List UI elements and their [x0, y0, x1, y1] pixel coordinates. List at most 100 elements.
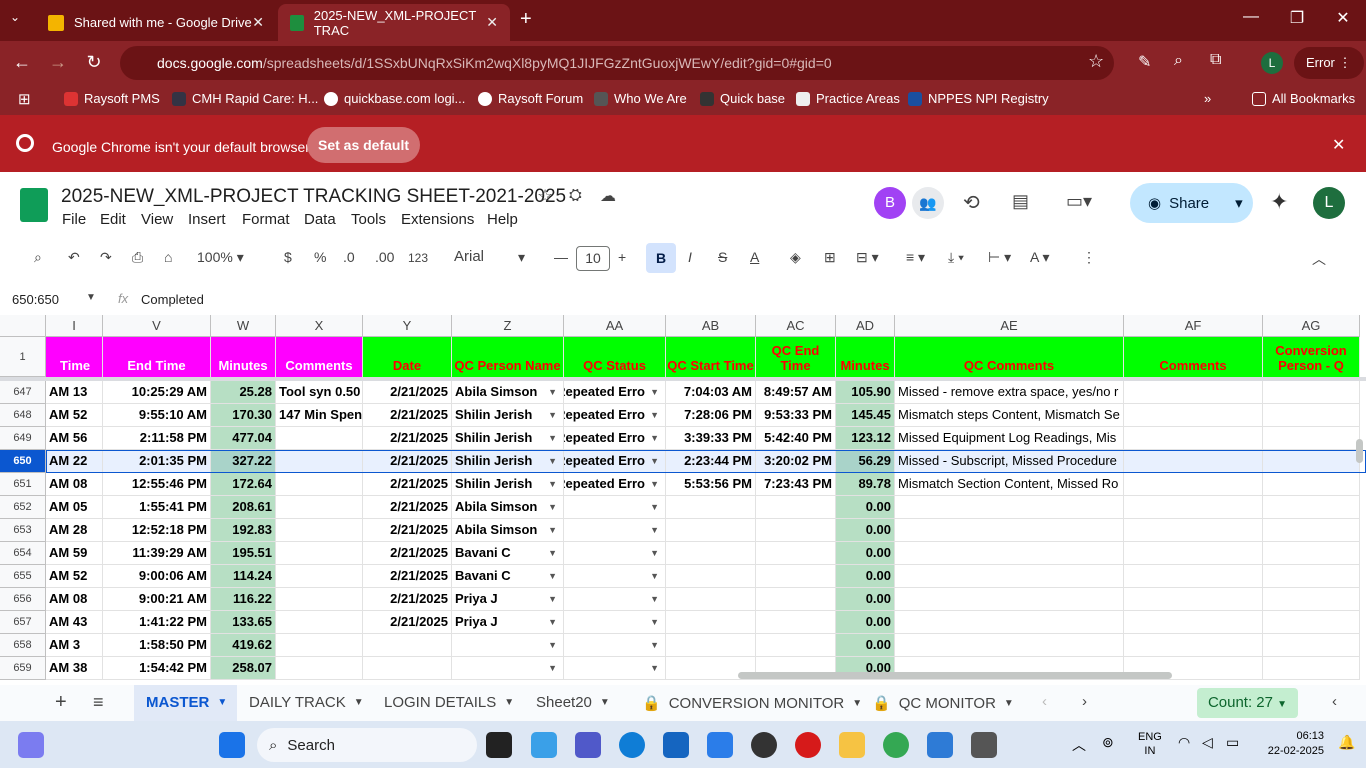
- table-cell[interactable]: Missed Equipment Log Readings, Mis: [895, 427, 1124, 450]
- column-header[interactable]: V: [103, 315, 211, 337]
- table-cell[interactable]: [1124, 565, 1263, 588]
- comment-icon[interactable]: ▤: [1012, 191, 1029, 212]
- table-cell[interactable]: [895, 565, 1124, 588]
- table-cell[interactable]: [666, 542, 756, 565]
- dropdown-chip-icon[interactable]: ▼: [548, 381, 557, 403]
- zoom-icon[interactable]: ⌕: [1174, 52, 1183, 70]
- table-cell[interactable]: [666, 496, 756, 519]
- currency-button[interactable]: $: [284, 249, 292, 265]
- language-indicator[interactable]: ENG IN: [1138, 730, 1162, 758]
- italic-button[interactable]: I: [688, 249, 692, 265]
- menu-tools[interactable]: Tools: [351, 211, 386, 228]
- pen-icon[interactable]: ✎: [1138, 52, 1151, 72]
- app-icon[interactable]: [927, 732, 953, 758]
- tab-spreadsheet[interactable]: 2025-NEW_XML-PROJECT TRAC ✕: [278, 4, 510, 41]
- table-cell[interactable]: 1:55:41 PM: [103, 496, 211, 519]
- dropdown-chip-icon[interactable]: ▼: [650, 565, 659, 587]
- table-cell[interactable]: 43 AM: [46, 611, 103, 634]
- table-cell[interactable]: Tool syn 0.50: [276, 381, 363, 404]
- table-cell[interactable]: 2/21/2025: [363, 565, 452, 588]
- table-cell[interactable]: [1263, 588, 1360, 611]
- fill-color-icon[interactable]: ◈: [790, 249, 801, 266]
- undo-icon[interactable]: ↶: [68, 249, 80, 266]
- bookmark-who-we-are[interactable]: Who We Are: [594, 91, 687, 106]
- table-cell[interactable]: [1263, 381, 1360, 404]
- clock[interactable]: 06:13 22-02-2025: [1258, 729, 1324, 759]
- table-cell[interactable]: 2/21/2025: [363, 404, 452, 427]
- print-icon[interactable]: ⎙: [132, 249, 143, 266]
- table-cell[interactable]: 477.04: [211, 427, 276, 450]
- table-cell[interactable]: 12:55:46 PM: [103, 473, 211, 496]
- header-cell[interactable]: QC End Time: [756, 337, 836, 377]
- name-box[interactable]: 650:650: [12, 292, 59, 307]
- table-cell[interactable]: 2/21/2025: [363, 588, 452, 611]
- table-cell[interactable]: ▼: [564, 611, 666, 634]
- minimize-icon[interactable]: —: [1236, 8, 1266, 26]
- table-cell[interactable]: Bavani C ▼: [452, 565, 564, 588]
- infobar-close-icon[interactable]: ✕: [1332, 135, 1345, 155]
- table-cell[interactable]: [276, 611, 363, 634]
- new-tab-icon[interactable]: +: [520, 8, 532, 31]
- table-cell[interactable]: Priya J ▼: [452, 588, 564, 611]
- table-cell[interactable]: 147 Min Spen: [276, 404, 363, 427]
- table-cell[interactable]: Repeated Erro ▼: [564, 381, 666, 404]
- select-all-corner[interactable]: [0, 315, 46, 337]
- table-cell[interactable]: [895, 634, 1124, 657]
- dropdown-chip-icon[interactable]: ▼: [650, 404, 659, 426]
- table-cell[interactable]: [276, 588, 363, 611]
- table-cell[interactable]: [895, 496, 1124, 519]
- percent-button[interactable]: %: [314, 249, 326, 265]
- formula-input[interactable]: Completed: [141, 292, 204, 307]
- row-header[interactable]: 658: [0, 634, 46, 657]
- table-cell[interactable]: [666, 611, 756, 634]
- bookmark-nppes[interactable]: NPPES NPI Registry: [908, 91, 1049, 106]
- table-cell[interactable]: [363, 634, 452, 657]
- table-cell[interactable]: [276, 542, 363, 565]
- user-avatar[interactable]: L: [1313, 187, 1345, 219]
- collaborator-avatar[interactable]: B: [874, 187, 906, 219]
- dropdown-chip-icon[interactable]: ▼: [548, 588, 557, 610]
- redo-icon[interactable]: ↷: [100, 249, 112, 266]
- font-size-input[interactable]: 10: [576, 246, 610, 271]
- strikethrough-button[interactable]: S: [718, 249, 727, 265]
- table-cell[interactable]: 2/21/2025: [363, 427, 452, 450]
- column-header[interactable]: X: [276, 315, 363, 337]
- row-header[interactable]: 649: [0, 427, 46, 450]
- column-header[interactable]: AA: [564, 315, 666, 337]
- chrome-taskbar-icon[interactable]: [883, 732, 909, 758]
- table-cell[interactable]: 133.65: [211, 611, 276, 634]
- table-cell[interactable]: [276, 519, 363, 542]
- menu-help[interactable]: Help: [487, 211, 518, 228]
- column-header[interactable]: W: [211, 315, 276, 337]
- table-cell[interactable]: [756, 565, 836, 588]
- tab-search-icon[interactable]: ⌄: [10, 10, 20, 24]
- bookmark-quick-base[interactable]: Quick base: [700, 91, 785, 106]
- table-cell[interactable]: [1124, 427, 1263, 450]
- collapse-icon[interactable]: ︿: [1312, 249, 1326, 269]
- table-cell[interactable]: 327.22: [211, 450, 276, 473]
- dropdown-chip-icon[interactable]: ▼: [548, 473, 557, 495]
- table-cell[interactable]: Shilin Jerish ▼: [452, 473, 564, 496]
- next-sheet-icon[interactable]: ›: [1082, 693, 1087, 710]
- table-cell[interactable]: 2/21/2025: [363, 473, 452, 496]
- decrease-decimal-button[interactable]: .0: [343, 249, 355, 265]
- table-cell[interactable]: 3:39:33 PM: [666, 427, 756, 450]
- table-cell[interactable]: 0.00: [836, 519, 895, 542]
- table-cell[interactable]: ▼: [564, 542, 666, 565]
- font-size-decrease-icon[interactable]: —: [554, 249, 568, 265]
- table-cell[interactable]: 419.62: [211, 634, 276, 657]
- maximize-icon[interactable]: ❐: [1282, 8, 1312, 28]
- wifi-icon[interactable]: ◠: [1178, 734, 1190, 751]
- table-cell[interactable]: [756, 634, 836, 657]
- table-cell[interactable]: 2/21/2025: [363, 450, 452, 473]
- table-cell[interactable]: [1124, 542, 1263, 565]
- column-header[interactable]: AB: [666, 315, 756, 337]
- extensions-icon[interactable]: ⧉: [1210, 51, 1221, 69]
- column-header[interactable]: AC: [756, 315, 836, 337]
- move-icon[interactable]: ⛭: [569, 187, 582, 205]
- tab-qc-monitor[interactable]: 🔒 QC MONITOR ▼: [872, 694, 1014, 713]
- tab-login-details[interactable]: LOGIN DETAILS ▼: [384, 694, 514, 711]
- menu-insert[interactable]: Insert: [188, 211, 226, 228]
- table-cell[interactable]: [666, 588, 756, 611]
- bookmark-quickbase-login[interactable]: quickbase.com logi...: [324, 91, 465, 106]
